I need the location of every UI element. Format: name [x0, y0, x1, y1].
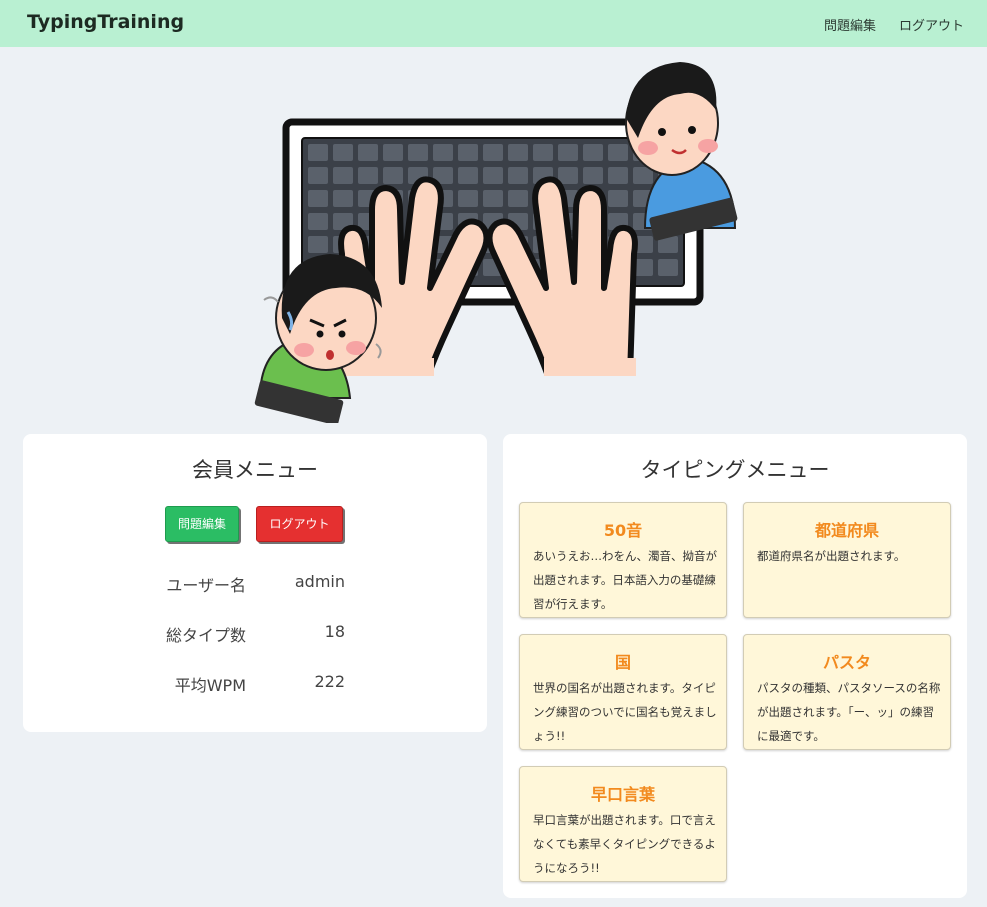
stat-value-average-wpm: 222: [314, 672, 345, 691]
keyboard-key: [658, 259, 678, 276]
keyboard-key: [533, 144, 553, 161]
keyboard-key: [458, 144, 478, 161]
keyboard-key: [308, 144, 328, 161]
member-menu-card: 会員メニュー 問題編集 ログアウト ユーザー名 admin 総タイプ数 18 平…: [23, 434, 487, 732]
mode-card-50on[interactable]: 50音 あいうえお…わをん、濁音、拗音が出題されます。日本語入力の基礎練習が行え…: [519, 502, 727, 618]
navbar: TypingTraining 問題編集 ログアウト: [0, 0, 987, 47]
keyboard-key: [358, 144, 378, 161]
keyboard-key: [608, 190, 628, 207]
logout-button[interactable]: ログアウト: [256, 506, 343, 542]
keyboard-key: [608, 167, 628, 184]
keyboard-key: [583, 144, 603, 161]
mode-title: 早口言葉: [590, 785, 655, 804]
keyboard-key: [308, 213, 328, 230]
mode-description: 都道府県名が出題されます。: [757, 549, 906, 563]
mode-description: パスタの種類、パスタソースの名称が出題されます。「ー、ッ」の練習に最適です。: [757, 681, 941, 743]
stat-value-username: admin: [294, 572, 345, 591]
keyboard-key: [383, 167, 403, 184]
member-menu-title: 会員メニュー: [192, 458, 318, 482]
keyboard-key: [508, 167, 528, 184]
keyboard-key: [583, 167, 603, 184]
keyboard-key: [383, 144, 403, 161]
keyboard-key: [333, 144, 353, 161]
keyboard-key: [483, 190, 503, 207]
mode-card-pasta[interactable]: パスタ パスタの種類、パスタソースの名称が出題されます。「ー、ッ」の練習に最適で…: [743, 634, 951, 750]
mode-title: パスタ: [822, 653, 871, 672]
keyboard-key: [308, 167, 328, 184]
keyboard-key: [558, 144, 578, 161]
keyboard-key: [508, 144, 528, 161]
keyboard-key: [483, 144, 503, 161]
keyboard-key: [458, 190, 478, 207]
typing-hands-illustration: [250, 62, 740, 423]
nav-link-logout[interactable]: ログアウト: [899, 15, 964, 34]
keyboard-key: [408, 144, 428, 161]
mode-description: 早口言葉が出題されます。口で言えなくても素早くタイピングできるようになろう!!: [533, 813, 716, 875]
mode-description: 世界の国名が出題されます。タイピング練習のついでに国名も覚えましょう!!: [533, 681, 717, 743]
edit-questions-button[interactable]: 問題編集: [165, 506, 239, 542]
keyboard-key: [558, 167, 578, 184]
keyboard-key: [483, 167, 503, 184]
keyboard-key: [433, 144, 453, 161]
keyboard-key: [458, 167, 478, 184]
brand-logo[interactable]: TypingTraining: [27, 11, 184, 33]
keyboard-key: [508, 190, 528, 207]
keyboard-key: [333, 190, 353, 207]
keyboard-key: [308, 190, 328, 207]
stat-label-total-types: 総タイプ数: [165, 626, 246, 645]
keyboard-key: [308, 236, 328, 253]
mode-card-countries[interactable]: 国 世界の国名が出題されます。タイピング練習のついでに国名も覚えましょう!!: [519, 634, 727, 750]
mode-card-tongue-twisters[interactable]: 早口言葉 早口言葉が出題されます。口で言えなくても素早くタイピングできるようにな…: [519, 766, 727, 882]
mode-title: 都道府県: [814, 521, 879, 540]
keyboard-key: [608, 144, 628, 161]
keyboard-key: [358, 167, 378, 184]
stat-value-total-types: 18: [324, 622, 345, 641]
mode-description: あいうえお…わをん、濁音、拗音が出題されます。日本語入力の基礎練習が行えます。: [533, 549, 717, 611]
mode-title: 国: [614, 653, 631, 672]
typing-menu-title: タイピングメニュー: [640, 458, 830, 482]
stat-label-average-wpm: 平均WPM: [174, 676, 246, 695]
mode-card-prefectures[interactable]: 都道府県 都道府県名が出題されます。: [743, 502, 951, 618]
stat-label-username: ユーザー名: [166, 576, 246, 595]
mode-title: 50音: [603, 521, 643, 540]
nav-link-edit-questions[interactable]: 問題編集: [824, 15, 876, 34]
keyboard-key: [333, 167, 353, 184]
typing-menu-card: タイピングメニュー 50音 あいうえお…わをん、濁音、拗音が出題されます。日本語…: [503, 434, 967, 898]
